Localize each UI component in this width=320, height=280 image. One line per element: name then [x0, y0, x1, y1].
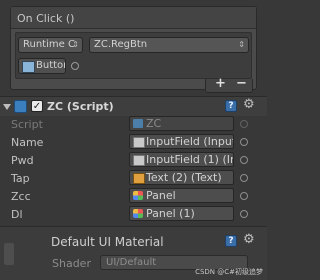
on-click-title: On Click ()	[17, 12, 75, 25]
zcc-value: Panel	[146, 189, 176, 202]
object-picker-icon[interactable]	[240, 210, 248, 218]
object-picker-icon[interactable]	[71, 62, 79, 70]
component-header[interactable]: ✓ ZC (Script) ? ⚙	[0, 96, 267, 116]
object-picker-icon[interactable]	[240, 192, 248, 200]
foldout-arrow-icon[interactable]	[3, 104, 11, 110]
text-icon	[133, 173, 145, 184]
zcc-field[interactable]: Panel	[129, 188, 234, 203]
panel-icon	[133, 209, 143, 218]
tap-value: Text (2) (Text)	[146, 171, 222, 184]
material-preview-icon	[4, 243, 14, 265]
script-label: Script	[11, 118, 43, 131]
on-click-listener-row: Runtime C ⇕ ZC.RegBtn ⇕ Button	[15, 32, 252, 79]
pwd-field[interactable]: InputField (1) (Input Field)	[129, 152, 234, 167]
function-value: ZC.RegBtn	[94, 39, 148, 50]
material-section: Default UI Material ? ⚙ Shader UI/Defaul…	[0, 227, 267, 280]
target-object-field[interactable]: Button	[18, 58, 66, 74]
remove-listener-button[interactable]: −	[236, 76, 247, 91]
help-icon[interactable]: ?	[225, 100, 237, 112]
script-value: ZC	[146, 117, 162, 130]
dl-label: Dl	[11, 208, 23, 221]
component-enabled-checkbox[interactable]: ✓	[31, 100, 43, 112]
script-field: ZC	[129, 116, 234, 131]
pwd-value: InputField (1) (Input Field)	[146, 153, 233, 166]
input-field-icon	[133, 155, 145, 166]
object-picker-icon[interactable]	[240, 138, 248, 146]
on-click-header: On Click ()	[11, 7, 256, 29]
input-field-icon	[133, 137, 145, 148]
shader-value: UI/Default	[106, 257, 157, 268]
on-click-event-panel: On Click () Runtime C ⇕ ZC.RegBtn ⇕ Butt…	[10, 6, 257, 93]
panel-icon	[133, 191, 143, 200]
object-picker-icon	[240, 120, 248, 128]
tap-label: Tap	[11, 172, 30, 185]
add-listener-button[interactable]: +	[215, 76, 226, 91]
target-object-value: Button	[36, 60, 65, 71]
runtime-mode-dropdown[interactable]: Runtime C ⇕	[18, 37, 83, 53]
dl-value: Panel (1)	[146, 207, 195, 220]
zcc-label: Zcc	[11, 190, 31, 203]
button-object-icon	[22, 61, 35, 73]
script-icon	[14, 100, 27, 113]
tap-field[interactable]: Text (2) (Text)	[129, 170, 234, 185]
dl-field[interactable]: Panel (1)	[129, 206, 234, 221]
name-field[interactable]: InputField (Input Field)	[129, 134, 234, 149]
pwd-label: Pwd	[11, 154, 34, 167]
gear-icon[interactable]: ⚙	[243, 232, 255, 247]
help-icon[interactable]: ?	[225, 235, 237, 247]
name-value: InputField (Input Field)	[146, 135, 234, 148]
script-icon	[133, 119, 143, 128]
list-add-remove-tab: + −	[205, 76, 253, 93]
watermark: CSDN @C#初级追梦	[195, 268, 263, 276]
object-picker-icon[interactable]	[240, 156, 248, 164]
gear-icon[interactable]: ⚙	[243, 97, 255, 112]
function-dropdown[interactable]: ZC.RegBtn ⇕	[89, 37, 249, 53]
name-label: Name	[11, 136, 44, 149]
shader-label: Shader	[52, 257, 91, 270]
dropdown-arrow-icon: ⇕	[238, 40, 245, 49]
object-picker-icon[interactable]	[240, 174, 248, 182]
material-title: Default UI Material	[51, 235, 164, 249]
dropdown-arrow-icon: ⇕	[72, 40, 79, 49]
runtime-mode-value: Runtime C	[23, 39, 75, 50]
component-title: ZC (Script)	[47, 100, 114, 113]
